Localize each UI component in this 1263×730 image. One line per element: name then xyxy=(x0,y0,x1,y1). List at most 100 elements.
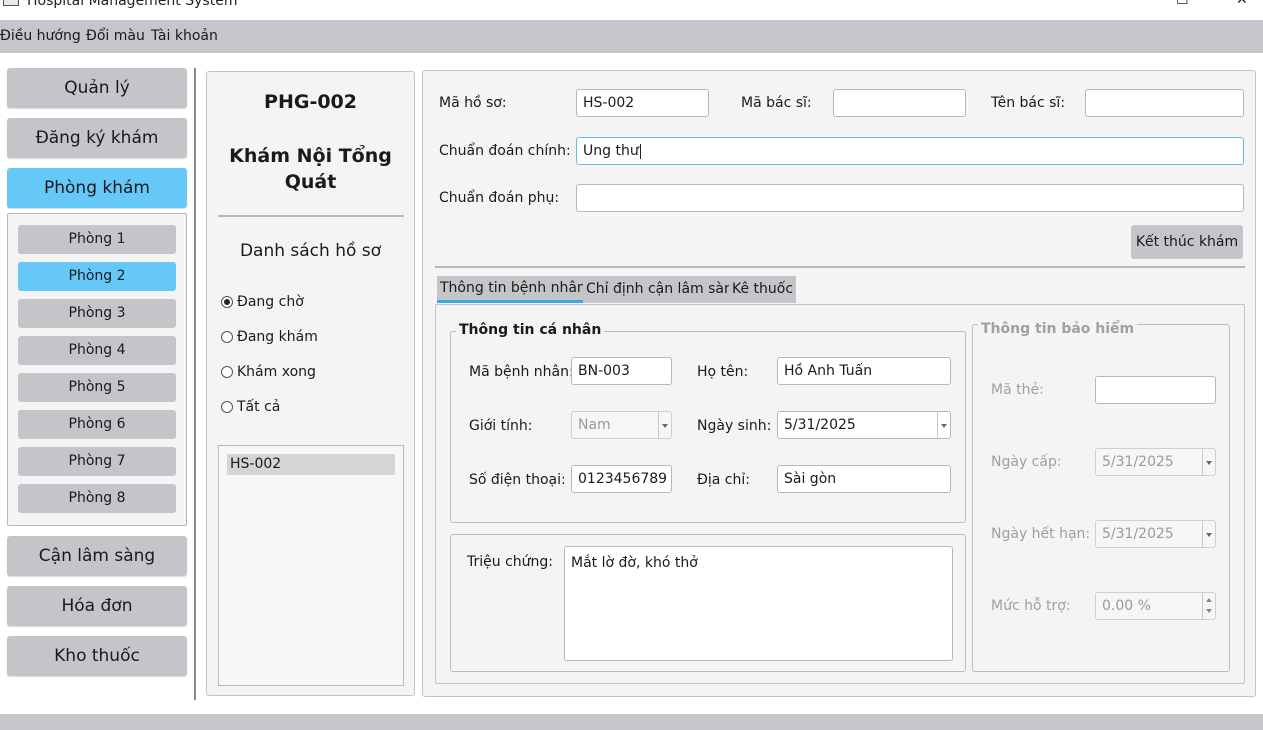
radio-icon[interactable] xyxy=(221,331,233,343)
nav-divider xyxy=(194,68,196,700)
menu-tai-khoan[interactable]: Tài khoản xyxy=(151,28,218,45)
chevron-down-icon[interactable] xyxy=(658,412,671,438)
record-list-title: Danh sách hồ sơ xyxy=(239,241,382,261)
gioi-tinh-value: Nam xyxy=(578,417,611,433)
ngay-sinh-label: Ngày sinh: xyxy=(697,418,772,434)
room-3-button[interactable]: Phòng 3 xyxy=(18,299,176,328)
insurance-title: Thông tin bảo hiểm xyxy=(978,321,1138,337)
room-2-button[interactable]: Phòng 2 xyxy=(18,262,176,291)
filter-label: Đang khám xyxy=(237,329,318,345)
chuan-doan-phu-field[interactable] xyxy=(576,184,1244,212)
filter-dang-kham-radio[interactable]: Đang khám xyxy=(221,327,318,347)
app-window: Hospital Management System ☐ ✕ Điều hướn… xyxy=(0,0,1263,730)
chevron-down-icon[interactable] xyxy=(1202,521,1215,547)
filter-tat-ca-radio[interactable]: Tất cả xyxy=(221,397,280,417)
dia-chi-field[interactable]: Sài gòn xyxy=(777,465,951,493)
window-title: Hospital Management System xyxy=(27,0,238,9)
personal-info-title: Thông tin cá nhân xyxy=(456,322,605,338)
filter-dang-cho-radio[interactable]: Đang chờ xyxy=(221,292,304,312)
menu-dieu-huong[interactable]: Điều hướng xyxy=(0,28,81,45)
room-code: PHG-002 xyxy=(264,91,357,113)
insurance-group: Thông tin bảo hiểm Mã thẻ: Ngày cấp: 5/3… xyxy=(972,321,1230,672)
room-1-button[interactable]: Phòng 1 xyxy=(18,225,176,254)
ten-bac-si-label: Tên bác sĩ: xyxy=(991,95,1066,111)
chevron-down-icon[interactable] xyxy=(1202,449,1215,475)
personal-info-group: Thông tin cá nhân Mã bệnh nhân: BN-003 H… xyxy=(450,322,966,523)
ngay-sinh-value: 5/31/2025 xyxy=(784,417,856,433)
radio-icon[interactable] xyxy=(221,366,233,378)
spinner-arrows-icon[interactable] xyxy=(1202,593,1215,619)
ma-ho-so-label: Mã hồ sơ: xyxy=(439,95,507,111)
tab-content: Thông tin cá nhân Mã bệnh nhân: BN-003 H… xyxy=(435,304,1245,684)
room-info-panel: PHG-002 Khám Nội Tổng Quát Danh sách hồ … xyxy=(206,71,415,696)
gioi-tinh-select[interactable]: Nam xyxy=(571,411,672,439)
ngay-cap-label: Ngày cấp: xyxy=(991,454,1062,470)
sdt-field[interactable]: 0123456789 xyxy=(571,465,672,493)
menu-doi-mau[interactable]: Đổi màu xyxy=(86,28,145,45)
gioi-tinh-label: Giới tính: xyxy=(469,418,533,434)
close-icon[interactable]: ✕ xyxy=(1236,0,1248,8)
ngay-het-han-picker[interactable]: 5/31/2025 xyxy=(1095,520,1216,548)
maximize-icon[interactable]: ☐ xyxy=(1176,0,1189,8)
radio-icon[interactable] xyxy=(221,401,233,413)
tab-chi-dinh-can-lam-san[interactable]: Chỉ định cận lâm sàn xyxy=(583,276,736,303)
sdt-label: Số điện thoại: xyxy=(469,472,566,488)
title-bar: Hospital Management System ☐ ✕ xyxy=(0,0,1263,20)
ho-ten-field[interactable]: Hồ Anh Tuấn xyxy=(777,357,951,385)
text-caret xyxy=(639,143,641,159)
nav-quan-ly-button[interactable]: Quản lý xyxy=(7,68,187,108)
filter-label: Đang chờ xyxy=(237,294,304,310)
nav-phong-kham-button[interactable]: Phòng khám xyxy=(7,168,187,208)
nav-kho-thuoc-button[interactable]: Kho thuốc xyxy=(7,636,187,676)
ma-bac-si-label: Mã bác sĩ: xyxy=(741,95,812,111)
ma-bac-si-field[interactable] xyxy=(833,89,966,117)
ten-bac-si-field[interactable] xyxy=(1085,89,1244,117)
nav-hoa-don-button[interactable]: Hóa đơn xyxy=(7,586,187,626)
chevron-down-icon[interactable] xyxy=(937,412,950,438)
menu-bar: Điều hướng Đổi màu Tài khoản xyxy=(0,20,1263,53)
ma-the-label: Mã thẻ: xyxy=(991,382,1044,398)
tab-ke-thuoc[interactable]: Kê thuốc xyxy=(729,276,797,303)
room-name-line1: Khám Nội Tổng xyxy=(229,145,392,167)
status-bar xyxy=(0,714,1263,730)
room-7-button[interactable]: Phòng 7 xyxy=(18,447,176,476)
muc-ho-tro-value: 0.00 % xyxy=(1102,598,1151,614)
symptoms-group: Triệu chứng: Mắt lờ đờ, khó thở xyxy=(450,534,966,672)
list-item[interactable]: HS-002 xyxy=(227,454,395,475)
ngay-sinh-picker[interactable]: 5/31/2025 xyxy=(777,411,951,439)
filter-label: Khám xong xyxy=(237,364,316,380)
separator xyxy=(218,215,404,217)
ho-ten-label: Họ tên: xyxy=(697,364,749,380)
trieu-chung-textarea[interactable]: Mắt lờ đờ, khó thở xyxy=(564,546,953,661)
nav-can-lam-sang-button[interactable]: Cận lâm sàng xyxy=(7,536,187,576)
room-8-button[interactable]: Phòng 8 xyxy=(18,484,176,513)
ket-thuc-kham-button[interactable]: Kết thúc khám xyxy=(1131,225,1243,259)
record-list[interactable]: HS-002 xyxy=(218,445,404,686)
ma-the-field[interactable] xyxy=(1095,376,1216,404)
room-4-button[interactable]: Phòng 4 xyxy=(18,336,176,365)
radio-checked-icon[interactable] xyxy=(221,296,233,308)
chuan-doan-chinh-label: Chuẩn đoán chính: xyxy=(439,143,571,159)
muc-ho-tro-spinner[interactable]: 0.00 % xyxy=(1095,592,1216,620)
muc-ho-tro-label: Mức hỗ trợ: xyxy=(991,598,1071,614)
room-5-button[interactable]: Phòng 5 xyxy=(18,373,176,402)
ngay-cap-picker[interactable]: 5/31/2025 xyxy=(1095,448,1216,476)
chuan-doan-phu-label: Chuẩn đoán phụ: xyxy=(439,190,560,206)
app-icon xyxy=(3,0,19,6)
ma-ho-so-field[interactable]: HS-002 xyxy=(576,89,709,117)
tab-thong-tin-benh-nhan[interactable]: Thông tin bệnh nhân xyxy=(437,276,589,303)
ma-benh-nhan-label: Mã bệnh nhân: xyxy=(469,364,574,380)
chuan-doan-chinh-value: Ung thư xyxy=(583,143,639,159)
separator xyxy=(435,266,1245,268)
trieu-chung-label: Triệu chứng: xyxy=(467,554,553,570)
ngay-het-han-value: 5/31/2025 xyxy=(1102,526,1174,542)
ngay-cap-value: 5/31/2025 xyxy=(1102,454,1174,470)
ma-benh-nhan-field[interactable]: BN-003 xyxy=(571,357,672,385)
room-list-panel xyxy=(7,213,187,526)
room-6-button[interactable]: Phòng 6 xyxy=(18,410,176,439)
filter-kham-xong-radio[interactable]: Khám xong xyxy=(221,362,316,382)
record-detail-panel: Mã hồ sơ: HS-002 Mã bác sĩ: Tên bác sĩ: … xyxy=(422,70,1256,697)
nav-dang-ky-kham-button[interactable]: Đăng ký khám xyxy=(7,118,187,158)
filter-label: Tất cả xyxy=(237,399,281,415)
chuan-doan-chinh-field[interactable]: Ung thư xyxy=(576,137,1244,165)
